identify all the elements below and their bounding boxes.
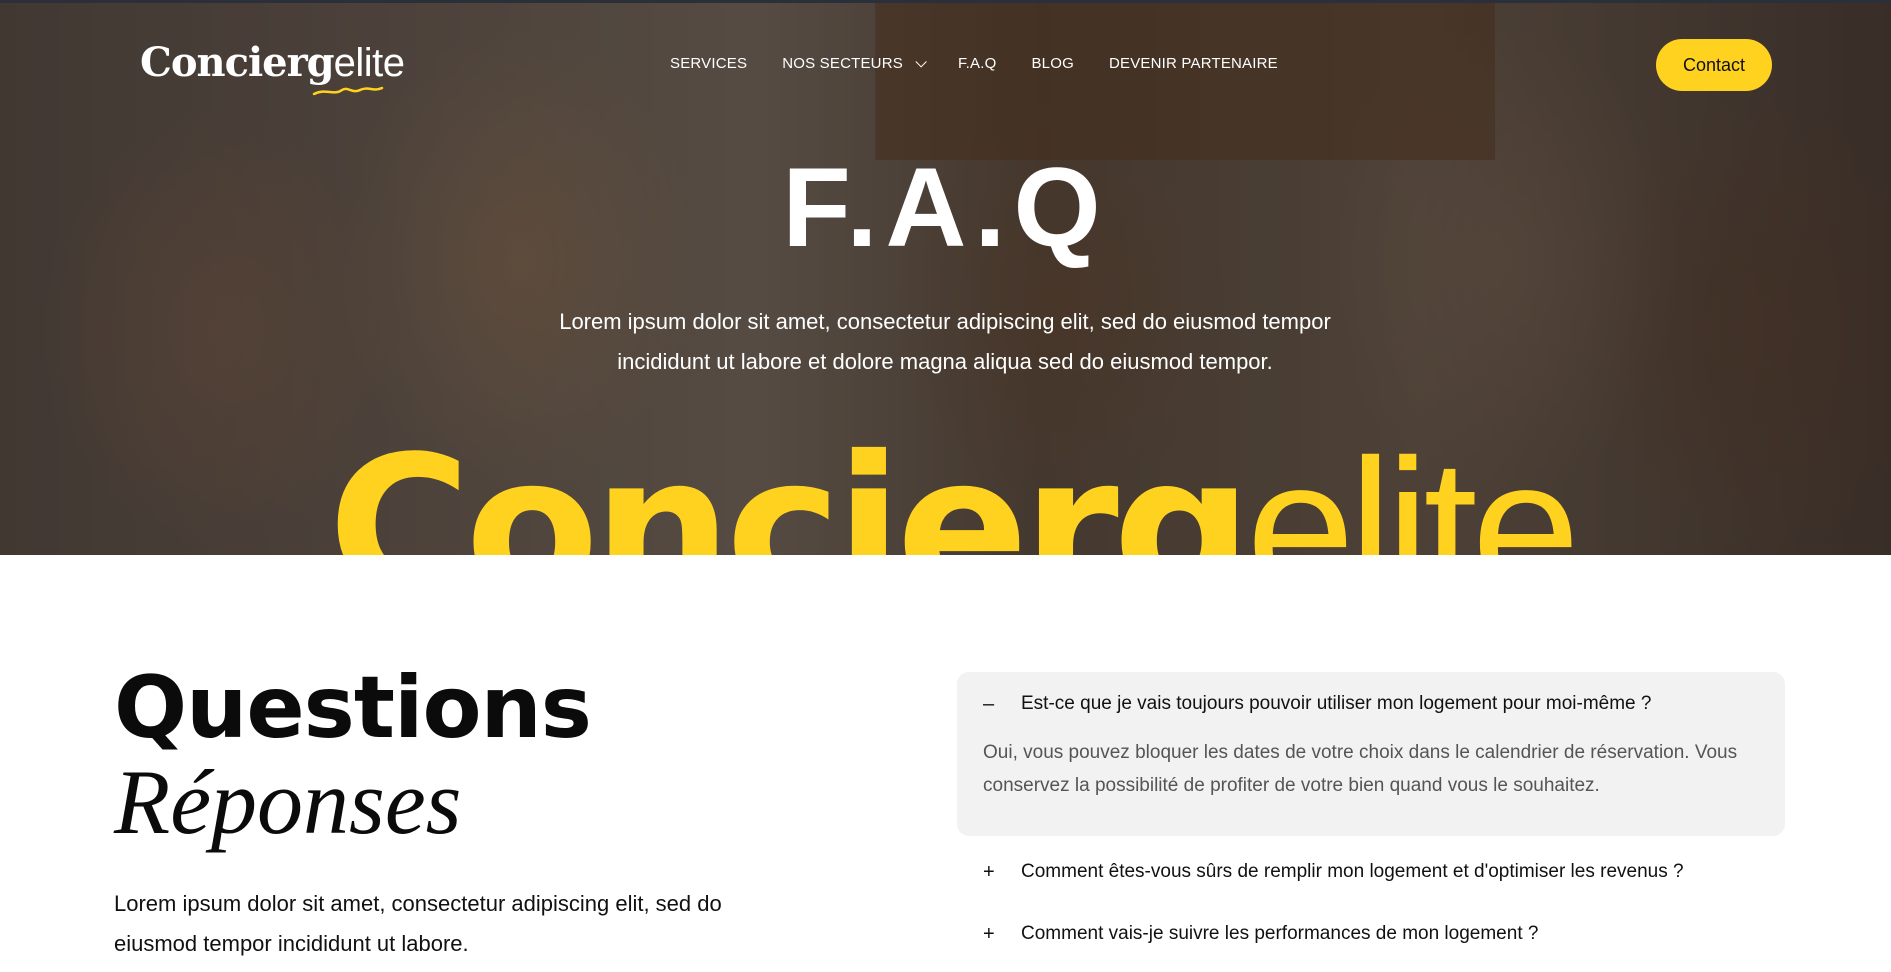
nav-blog-label: BLOG [1031,55,1074,72]
faq-answer-line-2: conservez la possibilité de profiter de … [983,775,1600,796]
faq-answer-line-1: Oui, vous pouvez bloquer les dates de vo… [983,742,1738,763]
hero-section: Conciergelite SERVICES NOS SECTEURS F.A.… [0,0,1891,555]
contact-button[interactable]: Contact [1656,39,1772,91]
hero-brand-light: elite [1246,419,1580,555]
site-logo[interactable]: Conciergelite [140,38,405,98]
nav-services-label: SERVICES [670,55,748,72]
faq-question: Comment vais-je suivre les performances … [1021,923,1539,944]
logo-swoosh-icon [312,86,384,96]
hero-subtitle-line-2: incididunt ut labore et dolore magna ali… [617,349,1273,374]
plus-icon: + [983,861,995,883]
nav-faq-label: F.A.Q [957,55,997,72]
section-title: Questions [114,658,592,758]
section-description: Lorem ipsum dolor sit amet, consectetur … [114,884,814,964]
hero-subtitle-line-1: Lorem ipsum dolor sit amet, consectetur … [559,309,1331,334]
page-title: F.A.Q [782,145,1109,270]
faq-item: + Comment vais-je suivre les performance… [957,920,1785,948]
nav-devenir-partenaire[interactable]: DEVENIR PARTENAIRE [1109,55,1278,72]
logo-part-light: elite [333,41,405,85]
nav-nos-secteurs[interactable]: NOS SECTEURS [782,55,927,72]
plus-icon: + [983,923,995,945]
nav-services[interactable]: SERVICES [670,55,747,72]
faq-question-toggle[interactable]: + Comment êtes-vous sûrs de remplir mon … [983,858,1759,886]
faq-item: – Est-ce que je vais toujours pouvoir ut… [957,672,1785,836]
faq-question: Est-ce que je vais toujours pouvoir util… [1021,693,1652,714]
faq-question-toggle[interactable]: + Comment vais-je suivre les performance… [983,920,1759,948]
hero-brand-bold: Concierg [328,414,1252,556]
faq-item: + Comment êtes-vous sûrs de remplir mon … [957,858,1785,886]
section-description-line-1: Lorem ipsum dolor sit amet, consectetur … [114,891,722,916]
top-border [0,0,1891,3]
logo-part-bold: Concierg [140,39,335,86]
faq-question: Comment êtes-vous sûrs de remplir mon lo… [1021,861,1684,882]
nav-devenir-partenaire-label: DEVENIR PARTENAIRE [1108,55,1278,72]
hero-brand-watermark: Conciergelite [328,428,1580,556]
hero-subtitle: Lorem ipsum dolor sit amet, consectetur … [495,302,1395,382]
main-nav: SERVICES NOS SECTEURS F.A.Q BLOG DEVENIR… [670,55,1313,72]
faq-answer: Oui, vous pouvez bloquer les dates de vo… [983,736,1759,802]
minus-icon: – [983,693,995,715]
nav-nos-secteurs-label: NOS SECTEURS [782,55,903,72]
chevron-down-icon [915,55,927,68]
nav-faq[interactable]: F.A.Q [958,55,997,72]
nav-blog[interactable]: BLOG [1031,55,1073,72]
faq-question-toggle[interactable]: – Est-ce que je vais toujours pouvoir ut… [983,690,1759,718]
section-subtitle: Réponses [114,751,462,853]
section-description-line-2: eiusmod tempor incididunt ut labore. [114,931,469,956]
faq-accordion: – Est-ce que je vais toujours pouvoir ut… [957,672,1785,948]
